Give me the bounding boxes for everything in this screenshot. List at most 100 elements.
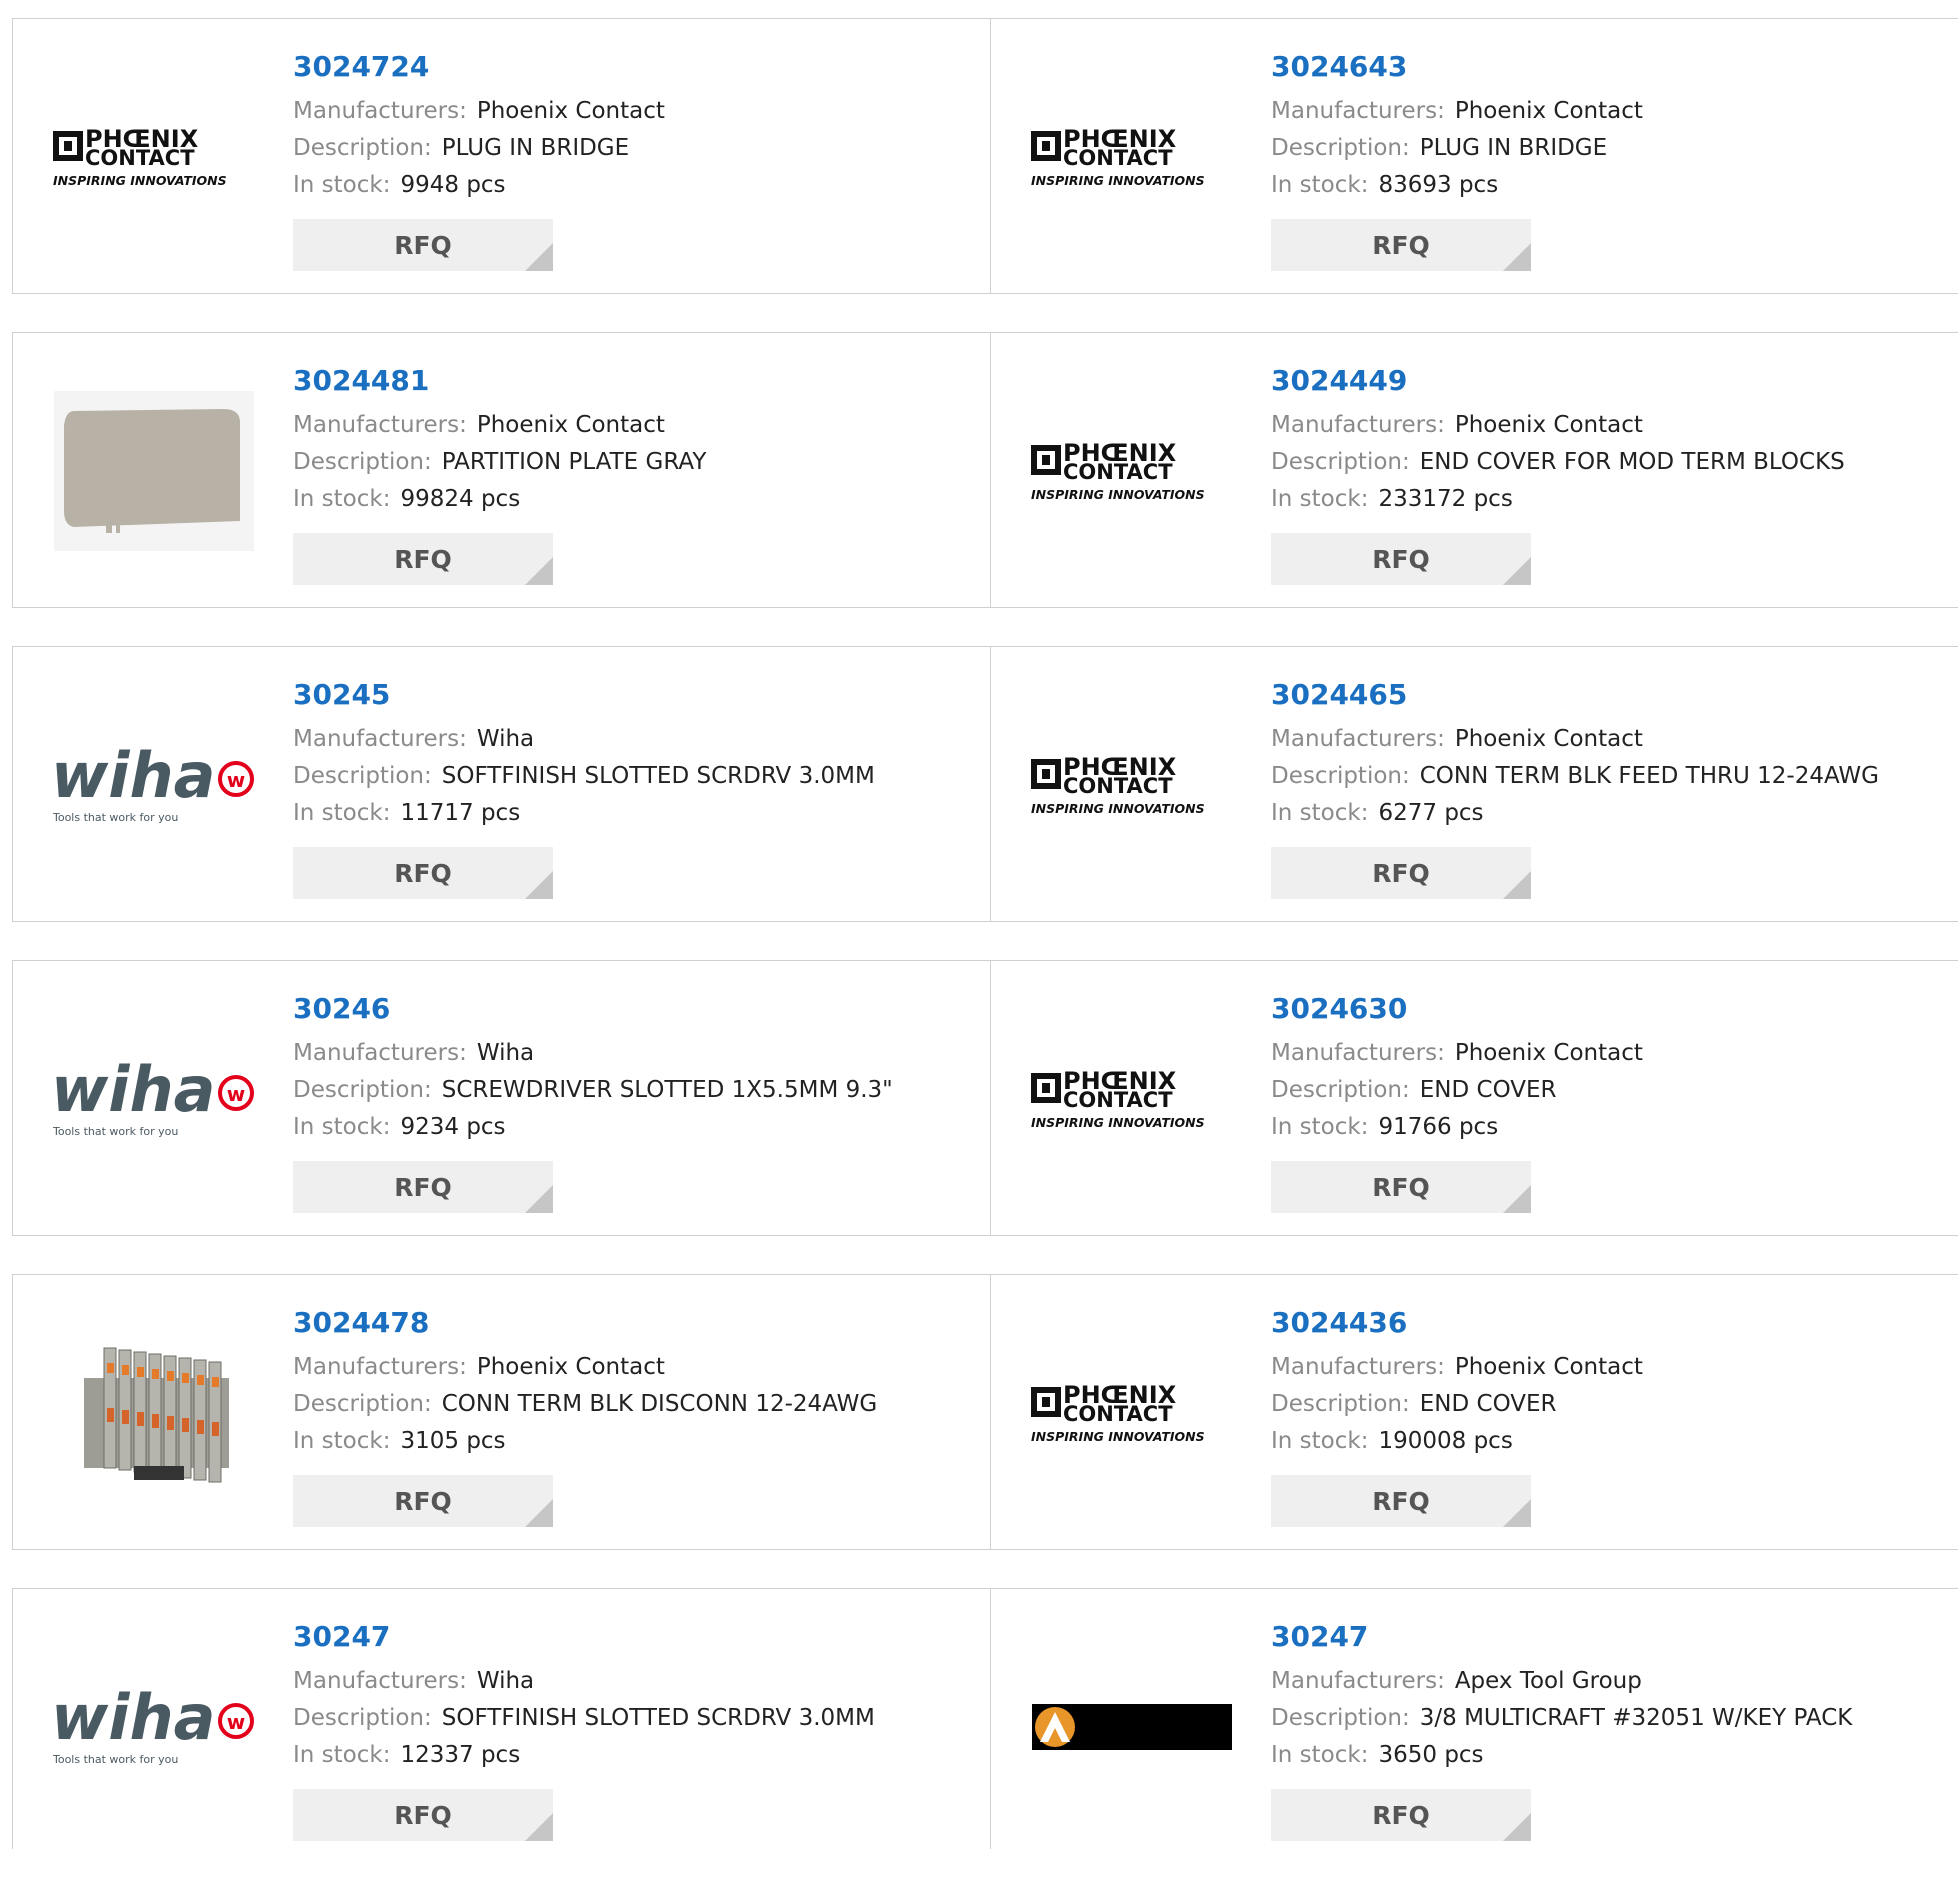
rfq-button[interactable]: RFQ bbox=[293, 1789, 553, 1841]
manufacturer-label: Manufacturers: bbox=[293, 412, 467, 438]
phoenix-line2: CONTACT bbox=[1063, 774, 1173, 798]
manufacturer-label: Manufacturers: bbox=[1271, 1668, 1445, 1694]
rfq-button[interactable]: RFQ bbox=[1271, 219, 1531, 271]
description-row: Description: 3/8 MULTICRAFT #32051 W/KEY … bbox=[1271, 1700, 1958, 1737]
phoenix-contact-logo-icon: PHŒNIXCONTACTINSPIRING INNOVATIONS bbox=[53, 125, 227, 188]
product-info: 3024436 Manufacturers: Phoenix Contact De… bbox=[1271, 1303, 1958, 1460]
part-number-link[interactable]: 3024643 bbox=[1271, 47, 1958, 87]
part-number-link[interactable]: 30247 bbox=[293, 1617, 990, 1657]
manufacturer-label: Manufacturers: bbox=[1271, 412, 1445, 438]
product-card: PHŒNIX CONTACT INSPIRING INNOVATIONS 30246… bbox=[990, 961, 1958, 1235]
stock-value: 9948 pcs bbox=[400, 172, 506, 198]
svg-text:w: w bbox=[227, 1710, 245, 1734]
product-image[interactable]: PHŒNIX CONTACT INSPIRING INNOVATIONS bbox=[1028, 373, 1236, 568]
description-label: Description: bbox=[1271, 1077, 1410, 1103]
manufacturer-row: Manufacturers: Phoenix Contact bbox=[1271, 93, 1958, 130]
manufacturer-label: Manufacturers: bbox=[293, 726, 467, 752]
rfq-button[interactable]: RFQ bbox=[293, 847, 553, 899]
stock-value: 9234 pcs bbox=[400, 1114, 506, 1140]
product-image[interactable]: PHŒNIX CONTACT INSPIRING INNOVATIONS bbox=[1028, 687, 1236, 882]
part-number-link[interactable]: 3024465 bbox=[1271, 675, 1958, 715]
description-label: Description: bbox=[293, 1391, 432, 1417]
phoenix-contact-logo-icon: PHŒNIXCONTACTINSPIRING INNOVATIONS bbox=[1031, 753, 1205, 816]
terminal-block-photo-icon bbox=[84, 1347, 229, 1482]
product-image[interactable] bbox=[1028, 1629, 1236, 1824]
product-card: 3024481 Manufacturers: Phoenix Contact De… bbox=[13, 333, 990, 607]
product-image[interactable] bbox=[50, 373, 258, 568]
description-row: Description: SOFTFINISH SLOTTED SCRDRV 3.… bbox=[293, 1700, 990, 1737]
product-row: wiha w Tools that work for you 30245 Manuf… bbox=[12, 646, 1958, 922]
stock-value: 3105 pcs bbox=[400, 1428, 506, 1454]
stock-label: In stock: bbox=[293, 1742, 391, 1768]
stock-value: 190008 pcs bbox=[1378, 1428, 1513, 1454]
stock-row: In stock: 3105 pcs bbox=[293, 1423, 990, 1460]
part-number-link[interactable]: 30247 bbox=[1271, 1617, 1958, 1657]
rfq-label: RFQ bbox=[1372, 230, 1430, 260]
part-number-link[interactable]: 3024436 bbox=[1271, 1303, 1958, 1343]
description-label: Description: bbox=[1271, 763, 1410, 789]
stock-row: In stock: 9948 pcs bbox=[293, 167, 990, 204]
rfq-label: RFQ bbox=[1372, 544, 1430, 574]
part-number-link[interactable]: 30245 bbox=[293, 675, 990, 715]
description-row: Description: PARTITION PLATE GRAY bbox=[293, 444, 990, 481]
rfq-label: RFQ bbox=[394, 230, 452, 260]
wiha-logo-icon: wiha w Tools that work for you bbox=[51, 1053, 254, 1138]
stock-value: 91766 pcs bbox=[1378, 1114, 1499, 1140]
manufacturer-row: Manufacturers: Wiha bbox=[293, 721, 990, 758]
phoenix-line2: CONTACT bbox=[1063, 460, 1173, 484]
stock-row: In stock: 3650 pcs bbox=[1271, 1737, 1958, 1774]
part-number-link[interactable]: 3024724 bbox=[293, 47, 990, 87]
product-info: 30246 Manufacturers: Wiha Description: SCR… bbox=[293, 989, 990, 1146]
product-image[interactable]: PHŒNIX CONTACT INSPIRING INNOVATIONS bbox=[1028, 1315, 1236, 1510]
part-number-link[interactable]: 30246 bbox=[293, 989, 990, 1029]
part-number-link[interactable]: 3024449 bbox=[1271, 361, 1958, 401]
wiha-name: wiha bbox=[51, 739, 216, 812]
description-row: Description: END COVER FOR MOD TERM BLOCK… bbox=[1271, 444, 1958, 481]
phoenix-tagline: INSPIRING INNOVATIONS bbox=[1031, 173, 1205, 188]
part-number-link[interactable]: 3024630 bbox=[1271, 989, 1958, 1029]
product-image[interactable]: wiha w Tools that work for you bbox=[50, 1629, 258, 1824]
rfq-button[interactable]: RFQ bbox=[1271, 1161, 1531, 1213]
rfq-button[interactable]: RFQ bbox=[1271, 1475, 1531, 1527]
rfq-button[interactable]: RFQ bbox=[293, 219, 553, 271]
rfq-button[interactable]: RFQ bbox=[1271, 533, 1531, 585]
stock-row: In stock: 99824 pcs bbox=[293, 481, 990, 518]
product-image[interactable]: wiha w Tools that work for you bbox=[50, 687, 258, 882]
product-grid: PHŒNIX CONTACT INSPIRING INNOVATIONS 30247… bbox=[12, 18, 1958, 1887]
product-image[interactable]: PHŒNIX CONTACT INSPIRING INNOVATIONS bbox=[1028, 1001, 1236, 1196]
manufacturer-value: Phoenix Contact bbox=[1454, 1040, 1643, 1066]
product-info: 30245 Manufacturers: Wiha Description: SOF… bbox=[293, 675, 990, 832]
product-row: 3024481 Manufacturers: Phoenix Contact De… bbox=[12, 332, 1958, 608]
rfq-label: RFQ bbox=[394, 1486, 452, 1516]
description-value: PARTITION PLATE GRAY bbox=[441, 449, 707, 475]
description-row: Description: SOFTFINISH SLOTTED SCRDRV 3.… bbox=[293, 758, 990, 795]
product-image[interactable] bbox=[50, 1315, 258, 1510]
rfq-button[interactable]: RFQ bbox=[1271, 847, 1531, 899]
part-number-link[interactable]: 3024481 bbox=[293, 361, 990, 401]
rfq-button[interactable]: RFQ bbox=[293, 1161, 553, 1213]
phoenix-contact-logo-icon: PHŒNIXCONTACTINSPIRING INNOVATIONS bbox=[1031, 1067, 1205, 1130]
wiha-tagline: Tools that work for you bbox=[52, 1125, 178, 1138]
product-image[interactable]: PHŒNIX CONTACT INSPIRING INNOVATIONS bbox=[1028, 59, 1236, 254]
product-info: 3024478 Manufacturers: Phoenix Contact De… bbox=[293, 1303, 990, 1460]
stock-value: 83693 pcs bbox=[1378, 172, 1499, 198]
rfq-label: RFQ bbox=[394, 1172, 452, 1202]
rfq-button[interactable]: RFQ bbox=[293, 533, 553, 585]
description-value: END COVER bbox=[1419, 1391, 1557, 1417]
phoenix-contact-logo-icon: PHŒNIXCONTACTINSPIRING INNOVATIONS bbox=[1031, 125, 1205, 188]
manufacturer-label: Manufacturers: bbox=[1271, 1040, 1445, 1066]
description-value: SOFTFINISH SLOTTED SCRDRV 3.0MM bbox=[441, 763, 875, 789]
stock-value: 12337 pcs bbox=[400, 1742, 521, 1768]
rfq-button[interactable]: RFQ bbox=[1271, 1789, 1531, 1841]
part-number-link[interactable]: 3024478 bbox=[293, 1303, 990, 1343]
product-image[interactable]: wiha w Tools that work for you bbox=[50, 1001, 258, 1196]
rfq-button[interactable]: RFQ bbox=[293, 1475, 553, 1527]
stock-row: In stock: 91766 pcs bbox=[1271, 1109, 1958, 1146]
description-value: END COVER FOR MOD TERM BLOCKS bbox=[1419, 449, 1845, 475]
manufacturer-value: Wiha bbox=[476, 1668, 535, 1694]
description-label: Description: bbox=[1271, 1705, 1410, 1731]
product-image[interactable]: PHŒNIX CONTACT INSPIRING INNOVATIONS bbox=[50, 59, 258, 254]
product-info: 3024449 Manufacturers: Phoenix Contact De… bbox=[1271, 361, 1958, 518]
manufacturer-label: Manufacturers: bbox=[1271, 726, 1445, 752]
corner-triangle-icon bbox=[1503, 1499, 1531, 1527]
